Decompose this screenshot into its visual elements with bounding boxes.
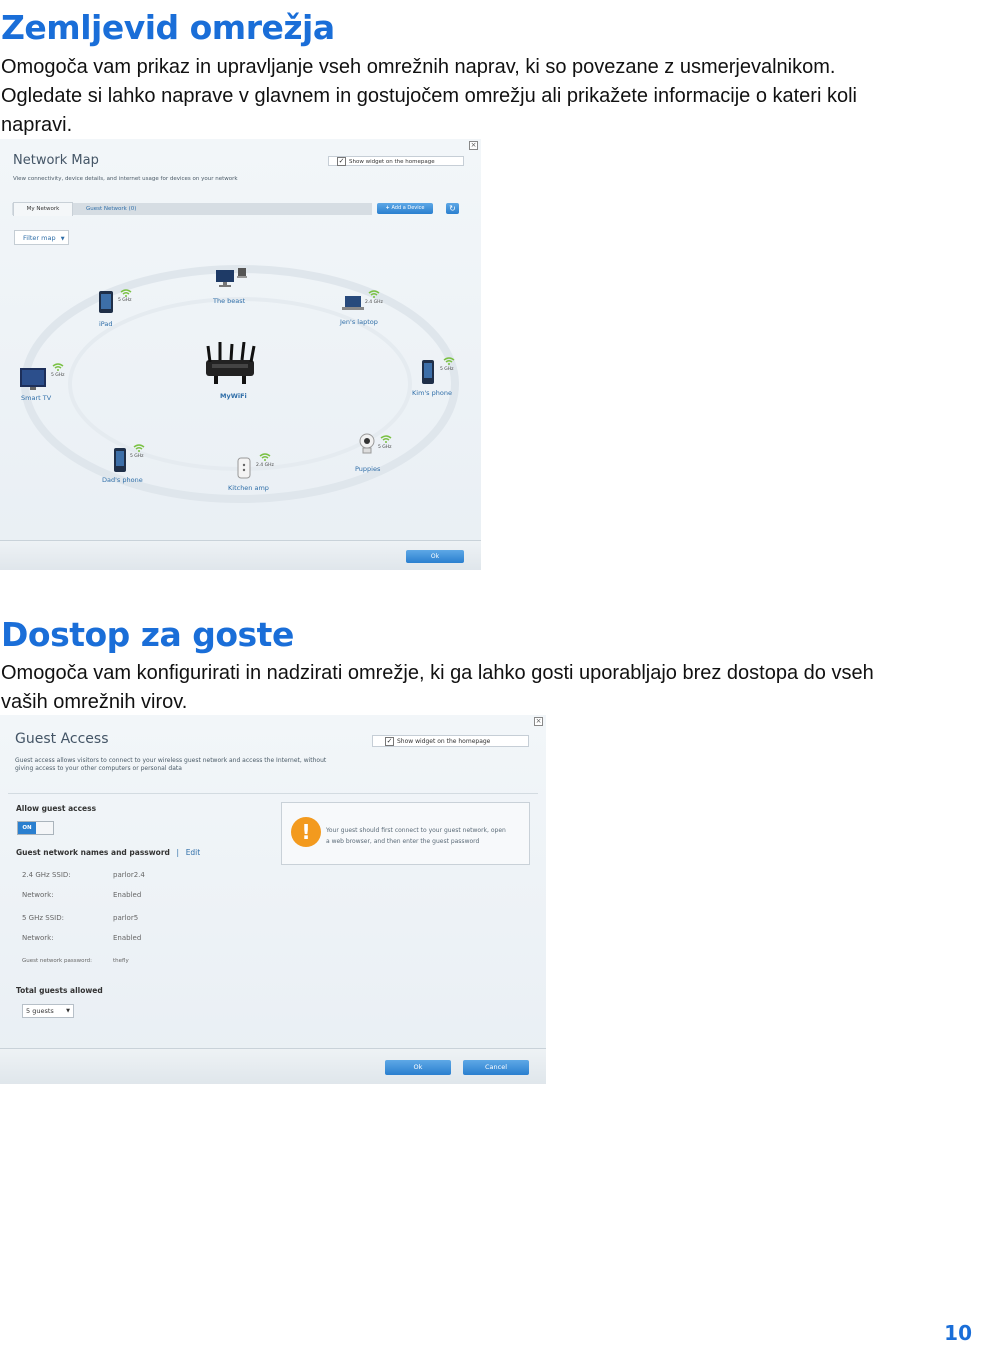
network-map-screenshot: × Network Map View connectivity, device …	[0, 139, 481, 570]
description-line: Omogoča vam prikaz in upravljanje vseh o…	[1, 56, 836, 78]
cancel-button[interactable]: Cancel	[463, 1060, 529, 1075]
section-title-network-map: Zemljevid omrežja	[1, 8, 335, 47]
device-label[interactable]: Smart TV	[21, 394, 51, 402]
device-label[interactable]: The beast	[213, 297, 245, 305]
tv-icon[interactable]	[20, 368, 46, 390]
network-24-value: Enabled	[113, 891, 142, 899]
ok-button[interactable]: Ok	[406, 550, 464, 563]
description-line: Omogoča vam konfigurirati in nadzirati o…	[1, 662, 874, 684]
ok-button[interactable]: Ok	[385, 1060, 451, 1075]
band-label: 5 GHz	[51, 373, 65, 378]
tablet-icon[interactable]	[98, 290, 114, 314]
close-icon[interactable]: ×	[534, 717, 543, 726]
description-line: giving access to your other computers or…	[15, 765, 182, 772]
wifi-icon	[52, 363, 64, 371]
section-description: Omogoča vam prikaz in upravljanje vseh o…	[1, 53, 961, 140]
laptop-icon[interactable]	[342, 295, 364, 311]
section-description: Omogoča vam konfigurirati in nadzirati o…	[1, 659, 961, 717]
device-label[interactable]: Kitchen amp	[228, 484, 269, 492]
description-line: vaših omrežnih virov.	[1, 691, 188, 713]
description-line: napravi.	[1, 114, 73, 136]
band-label: 5 GHz	[440, 367, 454, 372]
wifi-icon	[368, 290, 380, 298]
network-24-label: Network:	[22, 891, 54, 899]
wifi-icon	[380, 435, 392, 443]
section-title-guest-access: Dostop za goste	[1, 615, 294, 654]
band-label: 2.4 GHz	[256, 463, 274, 468]
device-label[interactable]: Puppies	[355, 465, 380, 473]
separator: |	[176, 848, 180, 857]
description-line: Guest access allows visitors to connect …	[15, 757, 327, 764]
guest-network-names-label: Guest network names and password | Edit	[16, 848, 200, 857]
guest-password-value: thefly	[113, 958, 129, 964]
network-5-label: Network:	[22, 934, 54, 942]
guests-value: 5 guests	[26, 1007, 54, 1015]
router-icon[interactable]	[200, 342, 260, 387]
description-text: Guest access allows visitors to connect …	[15, 757, 326, 773]
band-label: 5 GHz	[378, 445, 392, 450]
guest-access-toggle[interactable]: ON	[17, 821, 54, 835]
band-label: 5 GHz	[118, 298, 132, 303]
chevron-down-icon: ▼	[66, 1008, 70, 1014]
warning-line: Your guest should first connect to your …	[326, 827, 506, 834]
wifi-icon	[133, 444, 145, 452]
toggle-on-label: ON	[18, 822, 36, 834]
divider	[8, 793, 538, 794]
phone-icon[interactable]	[114, 448, 126, 472]
checkbox-checked-icon: ✓	[385, 737, 394, 746]
wifi-icon	[259, 453, 271, 461]
ssid-5-value: parlor5	[113, 914, 139, 922]
camera-icon[interactable]	[359, 433, 375, 455]
description-line: Ogledate si lahko naprave v glavnem in g…	[1, 85, 857, 107]
band-label: 2.4 GHz	[365, 300, 383, 305]
ssid-24-label: 2.4 GHz SSID:	[22, 871, 71, 879]
total-guests-select[interactable]: 5 guests ▼	[22, 1004, 74, 1018]
edit-link[interactable]: Edit	[186, 848, 201, 857]
warning-text: Your guest should first connect to your …	[326, 825, 506, 847]
names-label-text: Guest network names and password	[16, 848, 170, 857]
device-label[interactable]: iPad	[99, 320, 113, 328]
warning-icon: !	[291, 817, 321, 847]
allow-guest-access-label: Allow guest access	[16, 804, 97, 813]
page-number: 10	[944, 1321, 972, 1345]
device-label[interactable]: Dad's phone	[102, 476, 143, 484]
checkbox-label: Show widget on the homepage	[397, 738, 491, 745]
device-label[interactable]: Kim's phone	[412, 389, 452, 397]
phone-icon[interactable]	[422, 360, 434, 384]
ssid-24-value: parlor2.4	[113, 871, 145, 879]
warning-box: ! Your guest should first connect to you…	[281, 802, 530, 865]
band-label: 5 GHz	[130, 454, 144, 459]
show-widget-checkbox[interactable]: ✓ Show widget on the homepage	[372, 735, 529, 747]
smart-plug-icon[interactable]	[237, 457, 251, 479]
wifi-icon	[443, 357, 455, 365]
device-label[interactable]: Jen's laptop	[340, 318, 378, 326]
wifi-icon	[120, 289, 132, 297]
window-title: Guest Access	[15, 731, 109, 747]
warning-line: a web browser, and then enter the guest …	[326, 838, 480, 845]
total-guests-label: Total guests allowed	[16, 986, 103, 995]
network-5-value: Enabled	[113, 934, 142, 942]
guest-access-screenshot: × Guest Access ✓ Show widget on the homep…	[0, 715, 546, 1084]
guest-password-label: Guest network password:	[22, 958, 92, 964]
ssid-5-label: 5 GHz SSID:	[22, 914, 64, 922]
desktop-computer-icon[interactable]	[214, 266, 248, 288]
router-label[interactable]: MyWiFi	[220, 392, 247, 400]
